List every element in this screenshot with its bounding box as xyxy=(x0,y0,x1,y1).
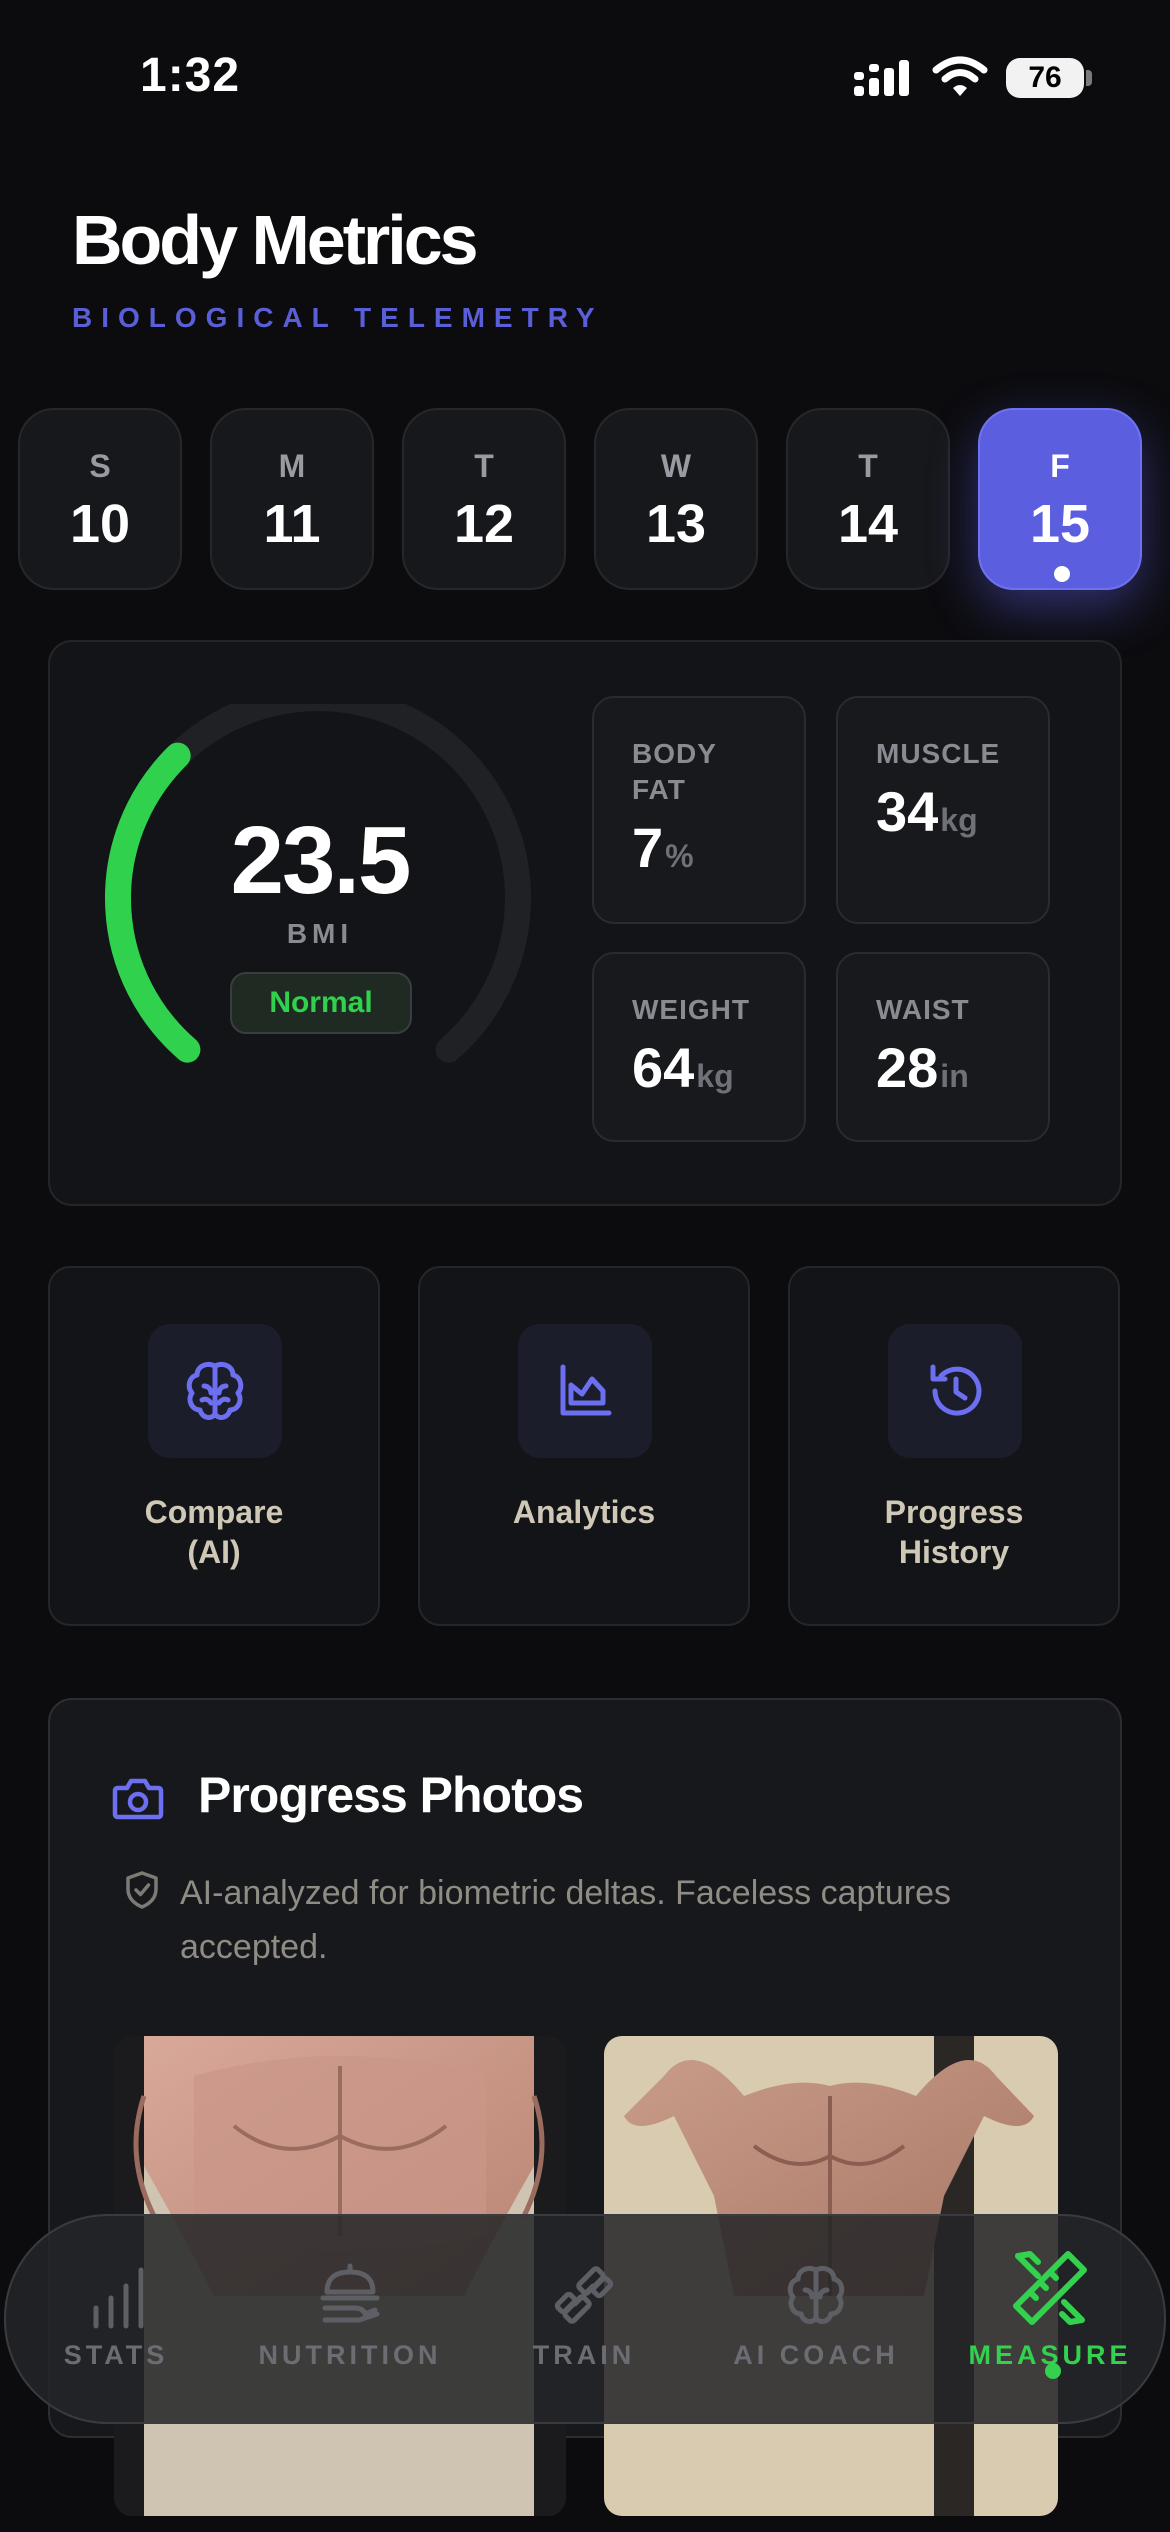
selected-day-dot xyxy=(1054,566,1070,582)
metric-tile-body-fat[interactable]: BODY FAT 7% xyxy=(592,696,806,924)
day-label: S xyxy=(89,448,111,484)
active-tab-dot xyxy=(1045,2363,1061,2379)
tab-nutrition[interactable]: NUTRITION xyxy=(240,2240,460,2371)
day-label: T xyxy=(858,448,878,484)
action-label: Progress History xyxy=(884,1494,1024,1570)
bmi-value: 23.5 xyxy=(230,807,412,914)
metric-label: MUSCLE xyxy=(876,738,1001,769)
status-time: 1:32 xyxy=(140,49,241,102)
ruler-pencil-icon xyxy=(940,2240,1160,2330)
tab-label: STATS xyxy=(63,2340,169,2370)
action-label: Compare (AI) xyxy=(144,1494,284,1570)
progress-photos-title: Progress Photos xyxy=(198,1767,584,1823)
dumbbell-icon xyxy=(474,2240,694,2330)
tab-label: AI COACH xyxy=(733,2340,899,2370)
day-tue-12[interactable]: T 12 xyxy=(402,408,566,590)
shield-check-icon xyxy=(124,1870,160,1910)
action-label: Analytics xyxy=(512,1494,656,1530)
day-number: 12 xyxy=(453,494,515,554)
metric-value: 28 xyxy=(876,1036,939,1099)
analytics-button[interactable]: Analytics xyxy=(418,1266,750,1626)
metric-tile-waist[interactable]: WAIST 28in xyxy=(836,952,1050,1142)
day-wed-13[interactable]: W 13 xyxy=(594,408,758,590)
metric-value: 34 xyxy=(876,780,939,843)
day-number: 10 xyxy=(69,494,131,554)
day-fri-15-selected[interactable]: F 15 xyxy=(978,408,1142,590)
tab-label: NUTRITION xyxy=(258,2340,442,2370)
progress-photos-description: AI-analyzed for biometric deltas. Facele… xyxy=(180,1874,952,1966)
metric-unit: kg xyxy=(940,802,978,838)
day-number: 14 xyxy=(837,494,899,554)
day-label: M xyxy=(278,448,306,484)
day-mon-11[interactable]: M 11 xyxy=(210,408,374,590)
compare-ai-button[interactable]: Compare (AI) xyxy=(48,1266,380,1626)
bmi-status-badge: Normal xyxy=(230,972,412,1034)
wifi-icon xyxy=(932,56,988,98)
page-title: Body Metrics xyxy=(72,201,479,279)
metric-unit: % xyxy=(665,838,694,874)
metric-value: 64 xyxy=(632,1036,695,1099)
metric-value: 7 xyxy=(632,816,664,879)
chart-icon xyxy=(518,1324,652,1458)
battery-tip xyxy=(1086,70,1092,86)
day-number: 11 xyxy=(263,494,321,554)
tab-stats[interactable]: STATS xyxy=(6,2240,226,2371)
metric-unit: in xyxy=(940,1058,969,1094)
brain-icon xyxy=(706,2240,926,2330)
day-number: 13 xyxy=(645,494,707,554)
metric-tile-muscle[interactable]: MUSCLE 34kg xyxy=(836,696,1050,924)
tab-label: TRAIN xyxy=(532,2340,636,2370)
page-subtitle: BIOLOGICAL TELEMETRY xyxy=(72,302,604,333)
signal-icon xyxy=(852,58,914,98)
nutrition-icon xyxy=(240,2240,460,2330)
metric-label: WAIST xyxy=(876,994,970,1025)
history-icon xyxy=(888,1324,1022,1458)
tab-train[interactable]: TRAIN xyxy=(474,2240,694,2371)
brain-icon xyxy=(148,1324,282,1458)
day-number: 15 xyxy=(1029,494,1091,554)
day-sun-10[interactable]: S 10 xyxy=(18,408,182,590)
day-label: T xyxy=(474,448,494,484)
stats-icon xyxy=(6,2240,226,2330)
tab-measure[interactable]: MEASURE xyxy=(940,2240,1160,2371)
camera-icon xyxy=(112,1776,164,1822)
metric-label: BODY FAT xyxy=(632,738,717,805)
metric-label: WEIGHT xyxy=(632,994,750,1025)
metric-unit: kg xyxy=(696,1058,734,1094)
progress-history-button[interactable]: Progress History xyxy=(788,1266,1120,1626)
bmi-label: BMI xyxy=(286,918,354,949)
day-label: F xyxy=(1050,448,1070,484)
battery-indicator: 76 xyxy=(1006,58,1084,98)
metric-tile-weight[interactable]: WEIGHT 64kg xyxy=(592,952,806,1142)
tab-ai-coach[interactable]: AI COACH xyxy=(706,2240,926,2371)
day-label: W xyxy=(660,448,692,484)
day-thu-14[interactable]: T 14 xyxy=(786,408,950,590)
